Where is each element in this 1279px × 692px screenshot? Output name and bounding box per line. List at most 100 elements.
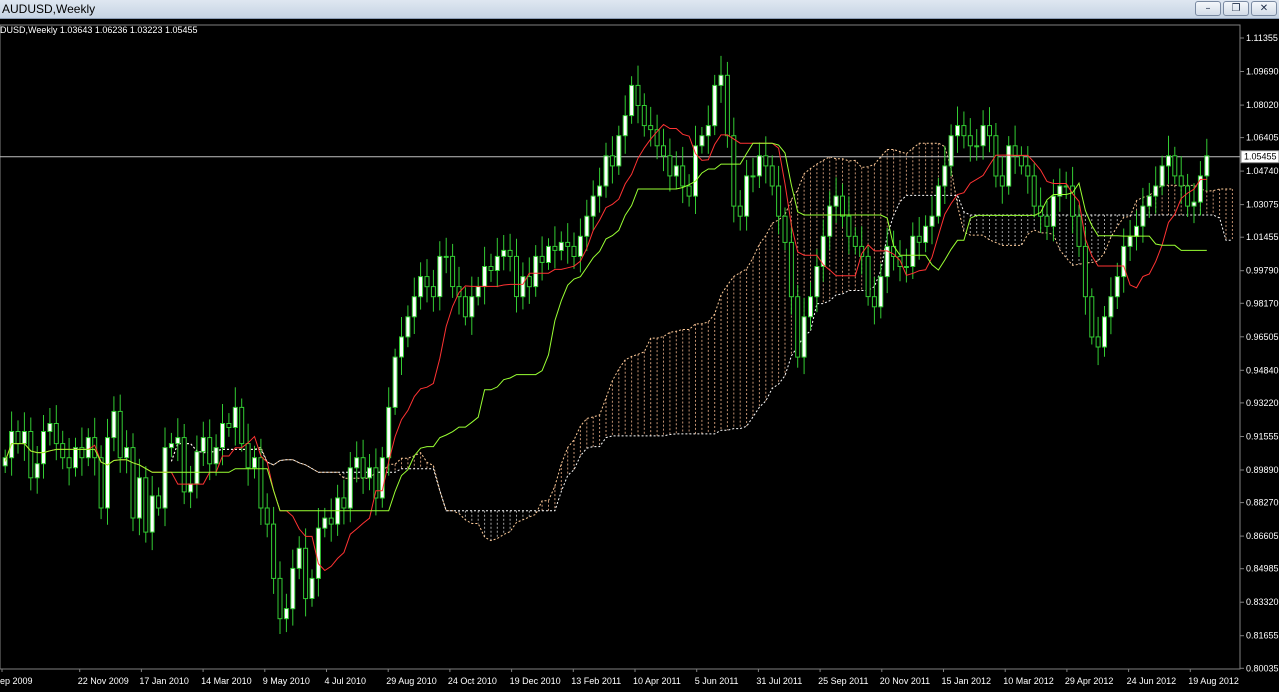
y-tick-label: 0.93220 <box>1246 398 1279 408</box>
candle-body <box>999 175 1005 187</box>
chart-area[interactable]: 1.11355 1.09690 1.08020 1.06405 1.04740 1.030… <box>0 19 1279 692</box>
candle-body <box>347 467 353 509</box>
candle-body <box>424 276 430 288</box>
y-tick-label: 0.99790 <box>1246 266 1279 276</box>
candle-body <box>200 437 206 453</box>
candle-body <box>718 74 724 86</box>
candle-body <box>1114 276 1120 298</box>
candle-body <box>597 185 603 197</box>
candle-body <box>584 215 590 237</box>
candle-body <box>411 296 417 318</box>
candle-body <box>788 241 794 298</box>
chart-info-line: DUSD,Weekly 1.03643 1.06236 1.03223 1.05… <box>0 25 198 35</box>
candle-body <box>373 467 379 499</box>
y-tick-label: 0.84985 <box>1246 564 1279 574</box>
candle-body <box>21 431 27 445</box>
candle-body <box>1102 316 1107 348</box>
candle-body <box>948 135 954 167</box>
close-icon[interactable]: ✕ <box>1251 1 1277 16</box>
candle-body <box>290 567 296 610</box>
x-tick-label: 31 Jul 2011 <box>756 676 802 686</box>
candle-body <box>724 74 730 137</box>
candle-body <box>2 457 8 467</box>
candle-body <box>846 215 852 237</box>
candle-body <box>143 477 149 533</box>
candle-body <box>750 175 756 178</box>
candle-body <box>1159 165 1165 187</box>
candle-body <box>661 145 666 157</box>
candle-body <box>910 235 916 268</box>
candle-body <box>782 215 788 243</box>
candle-body <box>1031 175 1037 207</box>
candle-body <box>296 547 302 569</box>
candle-body <box>852 235 858 247</box>
candle-body <box>105 437 110 509</box>
candle-body <box>680 165 686 187</box>
minimize-icon[interactable]: – <box>1195 1 1221 16</box>
candle-body <box>1025 165 1031 177</box>
candle-body <box>1166 155 1171 167</box>
candle-body <box>769 165 775 187</box>
candle-body <box>188 483 194 493</box>
candle-body <box>462 296 468 318</box>
x-tick-label: 5 Jun 2011 <box>695 676 739 686</box>
candle-body <box>117 410 123 459</box>
candle-body <box>450 255 456 288</box>
x-tick-label: 19 Dec 2010 <box>510 676 561 686</box>
candle-body <box>1082 245 1088 298</box>
y-tick-label: 1.01455 <box>1246 232 1279 242</box>
candle-body <box>482 266 488 288</box>
x-tick-label: 24 Oct 2010 <box>448 676 497 686</box>
candle-body <box>488 266 494 271</box>
candle-body <box>1178 175 1184 187</box>
candle-body <box>28 431 34 479</box>
candle-body <box>827 205 833 237</box>
candle-body <box>111 410 117 439</box>
candle-body <box>546 245 551 263</box>
candle-body <box>942 165 948 187</box>
y-tick-label: 1.09690 <box>1246 67 1279 77</box>
y-tick-label: 0.89890 <box>1246 465 1279 475</box>
candle-body <box>207 437 213 465</box>
y-tick-label: 0.96505 <box>1246 332 1279 342</box>
candle-body <box>1108 296 1114 318</box>
window-titlebar[interactable]: AUDUSD,Weekly – ❐ ✕ <box>0 0 1279 19</box>
candle-body <box>552 245 558 251</box>
candle-body <box>328 517 334 525</box>
candle-body <box>635 84 641 107</box>
x-tick-label: 22 Nov 2009 <box>78 676 129 686</box>
candle-body <box>871 296 877 308</box>
candle-body <box>590 195 596 217</box>
candle-body <box>437 255 443 298</box>
candle-body <box>571 245 577 257</box>
candle-body <box>303 547 309 600</box>
candle-body <box>53 423 59 445</box>
candle-body <box>776 185 782 217</box>
candle-body <box>737 205 743 217</box>
y-tick-label: 1.06405 <box>1246 133 1279 143</box>
y-tick-label: 0.86605 <box>1246 531 1279 541</box>
y-tick-label: 0.98170 <box>1246 298 1279 308</box>
x-tick-label: 4 Jul 2010 <box>325 676 367 686</box>
candle-body <box>903 266 909 268</box>
y-tick-label: 1.11355 <box>1246 33 1278 43</box>
candle-body <box>392 356 398 408</box>
candle-body <box>475 286 481 298</box>
candle-body <box>379 457 385 499</box>
candle-body <box>1018 155 1024 167</box>
candle-body <box>399 336 404 358</box>
candle-body <box>1095 336 1101 348</box>
candle-body <box>60 443 66 459</box>
candle-body <box>565 241 571 247</box>
x-tick-label: 9 May 2010 <box>263 676 310 686</box>
x-tick-label: 10 Mar 2012 <box>1003 676 1054 686</box>
x-tick-label: 15 Jan 2012 <box>942 676 992 686</box>
candlestick-chart[interactable]: 1.11355 1.09690 1.08020 1.06405 1.04740 1.030… <box>0 19 1279 692</box>
candle-body <box>916 235 922 243</box>
x-tick-label: 10 Apr 2011 <box>633 676 681 686</box>
candle-body <box>961 125 967 137</box>
candle-body <box>354 457 360 469</box>
candle-body <box>935 185 941 217</box>
restore-icon[interactable]: ❐ <box>1223 1 1249 16</box>
candle-body <box>124 447 130 459</box>
